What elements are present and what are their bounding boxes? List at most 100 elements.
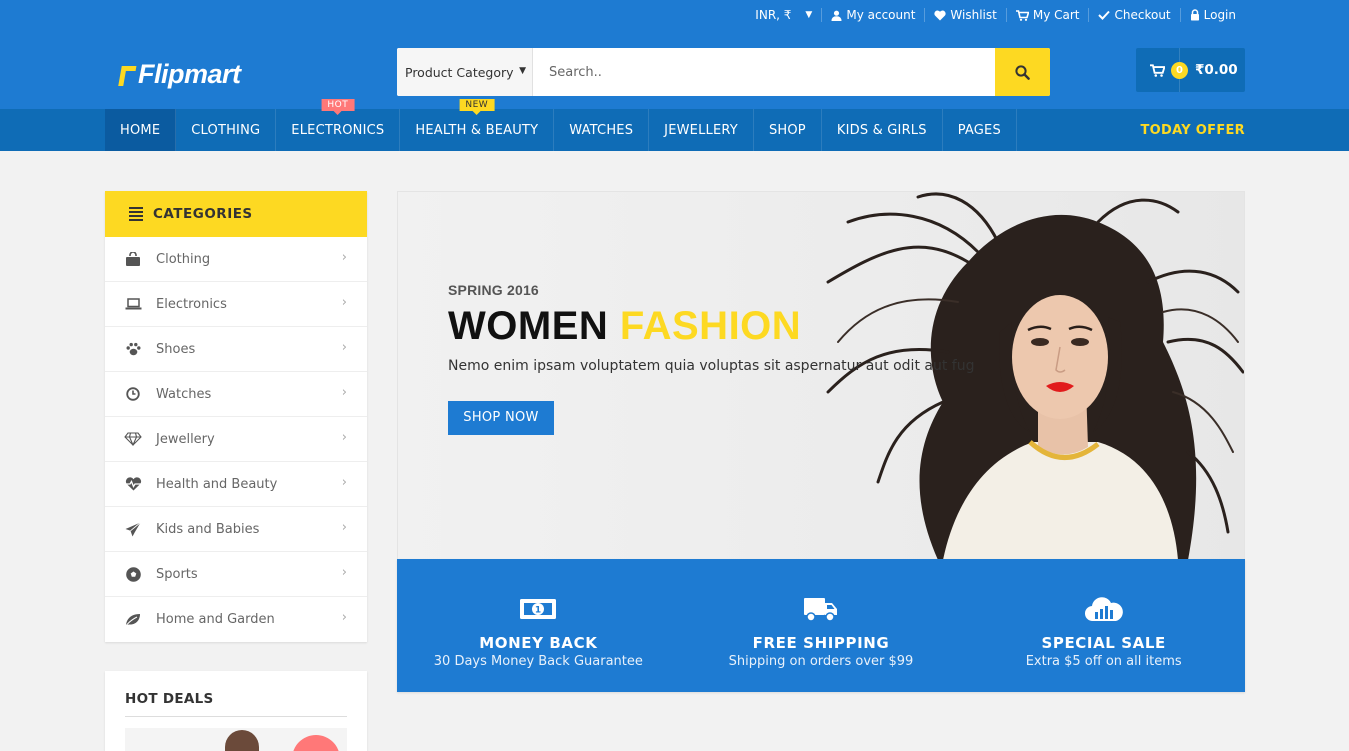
my-account-label: My account	[846, 8, 916, 22]
category-item-sports[interactable]: Sports ›	[105, 552, 367, 597]
nav-label: SHOP	[768, 122, 806, 138]
category-label: Sports	[156, 566, 198, 582]
hero-text-block: SPRING 2016 WOMEN FASHION Nemo enim ipsa…	[448, 282, 974, 435]
chevron-right-icon: ›	[341, 340, 347, 355]
hot-deals-panel: HOT DEALS	[105, 671, 367, 751]
hero-description: Nemo enim ipsam voluptatem quia voluptas…	[448, 358, 975, 374]
wishlist-label: Wishlist	[950, 8, 997, 22]
nav-item-kids-girls[interactable]: KIDS & GIRLS	[822, 109, 943, 151]
nav-label: PAGES	[957, 122, 1001, 138]
product-category-select[interactable]: Product Category ▼	[397, 48, 533, 96]
svg-text:1: 1	[535, 606, 541, 616]
category-label: Home and Garden	[156, 612, 275, 627]
currency-selector[interactable]: INR, ₹ ▼	[746, 8, 821, 22]
category-item-shoes[interactable]: Shoes ›	[105, 327, 367, 372]
cart-icon-wrap: 0	[1136, 48, 1188, 92]
logo-text: Flipmart	[138, 58, 241, 89]
hot-badge: HOT	[321, 99, 355, 115]
wishlist-link[interactable]: Wishlist	[924, 8, 1005, 22]
checkout-link[interactable]: Checkout	[1088, 8, 1179, 22]
nav-label: WATCHES	[569, 122, 634, 138]
info-title: MONEY BACK	[479, 634, 598, 652]
nav-item-watches[interactable]: WATCHES	[554, 109, 650, 151]
logo-mark-icon	[118, 62, 137, 86]
new-badge: NEW	[459, 99, 495, 115]
search-input[interactable]	[533, 48, 995, 96]
category-label: Shoes	[156, 341, 196, 357]
info-box-free-shipping: FREE SHIPPING Shipping on orders over $9…	[680, 559, 963, 692]
shopping-bag-icon	[124, 250, 142, 268]
login-label: Login	[1203, 8, 1236, 22]
info-box-special-sale: SPECIAL SALE Extra $5 off on all items	[962, 559, 1245, 692]
menu-lines-icon	[129, 207, 143, 221]
nav-label: HOME	[120, 122, 161, 138]
search-icon	[1015, 64, 1030, 80]
nav-item-clothing[interactable]: CLOTHING	[176, 109, 277, 151]
nav-item-electronics[interactable]: HOT ELECTRONICS	[276, 99, 401, 151]
login-link[interactable]: Login	[1179, 8, 1245, 22]
category-label: Kids and Babies	[156, 521, 260, 537]
chevron-right-icon: ›	[341, 565, 347, 580]
paper-plane-icon	[124, 520, 142, 538]
nav-label: ELECTRONICS	[291, 122, 385, 138]
search-button[interactable]	[995, 48, 1050, 96]
nav-item-shop[interactable]: SHOP	[754, 109, 822, 151]
checkout-label: Checkout	[1114, 8, 1171, 22]
discount-badge-shape	[292, 735, 340, 751]
user-icon	[831, 10, 842, 21]
info-subtitle: Extra $5 off on all items	[1025, 654, 1182, 669]
chevron-right-icon: ›	[341, 610, 347, 625]
nav-item-home[interactable]: HOME	[105, 109, 177, 151]
info-subtitle: Shipping on orders over $99	[728, 654, 914, 669]
header-cart-button[interactable]: 0 ₹0.00	[1136, 48, 1245, 92]
laptop-icon	[124, 295, 142, 313]
product-photo-shape	[225, 730, 259, 751]
category-item-jewellery[interactable]: Jewellery ›	[105, 417, 367, 462]
nav-label: JEWELLERY	[664, 122, 738, 138]
category-item-watches[interactable]: Watches ›	[105, 372, 367, 417]
product-category-label: Product Category	[405, 64, 514, 80]
category-item-clothing[interactable]: Clothing ›	[105, 237, 367, 282]
caret-down-icon: ▼	[519, 66, 526, 76]
clock-icon	[124, 385, 142, 403]
info-box-money-back: 1 MONEY BACK 30 Days Money Back Guarante…	[397, 559, 680, 692]
category-item-electronics[interactable]: Electronics ›	[105, 282, 367, 327]
chevron-right-icon: ›	[341, 475, 347, 490]
nav-item-pages[interactable]: PAGES	[943, 109, 1017, 151]
shop-now-button[interactable]: SHOP NOW	[448, 401, 554, 435]
money-icon: 1	[519, 594, 557, 624]
my-cart-link[interactable]: My Cart	[1005, 8, 1089, 22]
cart-icon	[1015, 9, 1029, 21]
hero-title-accent: FASHION	[619, 304, 802, 348]
category-item-kids-babies[interactable]: Kids and Babies ›	[105, 507, 367, 552]
today-offer-link[interactable]: TODAY OFFER	[1141, 109, 1245, 151]
site-header: INR, ₹ ▼ My account Wishlist My Cart Che…	[0, 0, 1349, 109]
nav-label: HEALTH & BEAUTY	[415, 122, 539, 138]
chevron-right-icon: ›	[341, 295, 347, 310]
my-account-link[interactable]: My account	[821, 8, 924, 22]
categories-sidebar: CATEGORIES Clothing › Electronics › Shoe…	[105, 191, 367, 642]
nav-label: CLOTHING	[191, 122, 261, 138]
info-title: SPECIAL SALE	[1041, 634, 1166, 652]
category-item-home-garden[interactable]: Home and Garden ›	[105, 597, 367, 642]
nav-item-jewellery[interactable]: JEWELLERY	[649, 109, 754, 151]
cloud-chart-icon	[1084, 594, 1124, 624]
check-icon	[1098, 10, 1111, 20]
nav-item-health-beauty[interactable]: NEW HEALTH & BEAUTY	[400, 99, 555, 151]
futbol-icon	[124, 565, 142, 583]
truck-icon	[803, 594, 839, 624]
site-logo[interactable]: Flipmart	[118, 54, 241, 94]
cart-icon	[1150, 63, 1165, 77]
cart-total: ₹0.00	[1195, 62, 1238, 78]
chevron-right-icon: ›	[341, 520, 347, 535]
currency-label: INR, ₹	[755, 8, 792, 22]
category-item-health-beauty[interactable]: Health and Beauty ›	[105, 462, 367, 507]
category-list: Clothing › Electronics › Shoes › Watches…	[105, 237, 367, 642]
chevron-right-icon: ›	[341, 385, 347, 400]
category-label: Health and Beauty	[156, 476, 278, 492]
caret-down-icon: ▼	[805, 10, 813, 20]
cart-count-badge: 0	[1171, 62, 1188, 79]
category-label: Jewellery	[156, 431, 215, 447]
category-label: Watches	[156, 386, 212, 402]
hot-deal-product-image[interactable]	[125, 728, 347, 751]
